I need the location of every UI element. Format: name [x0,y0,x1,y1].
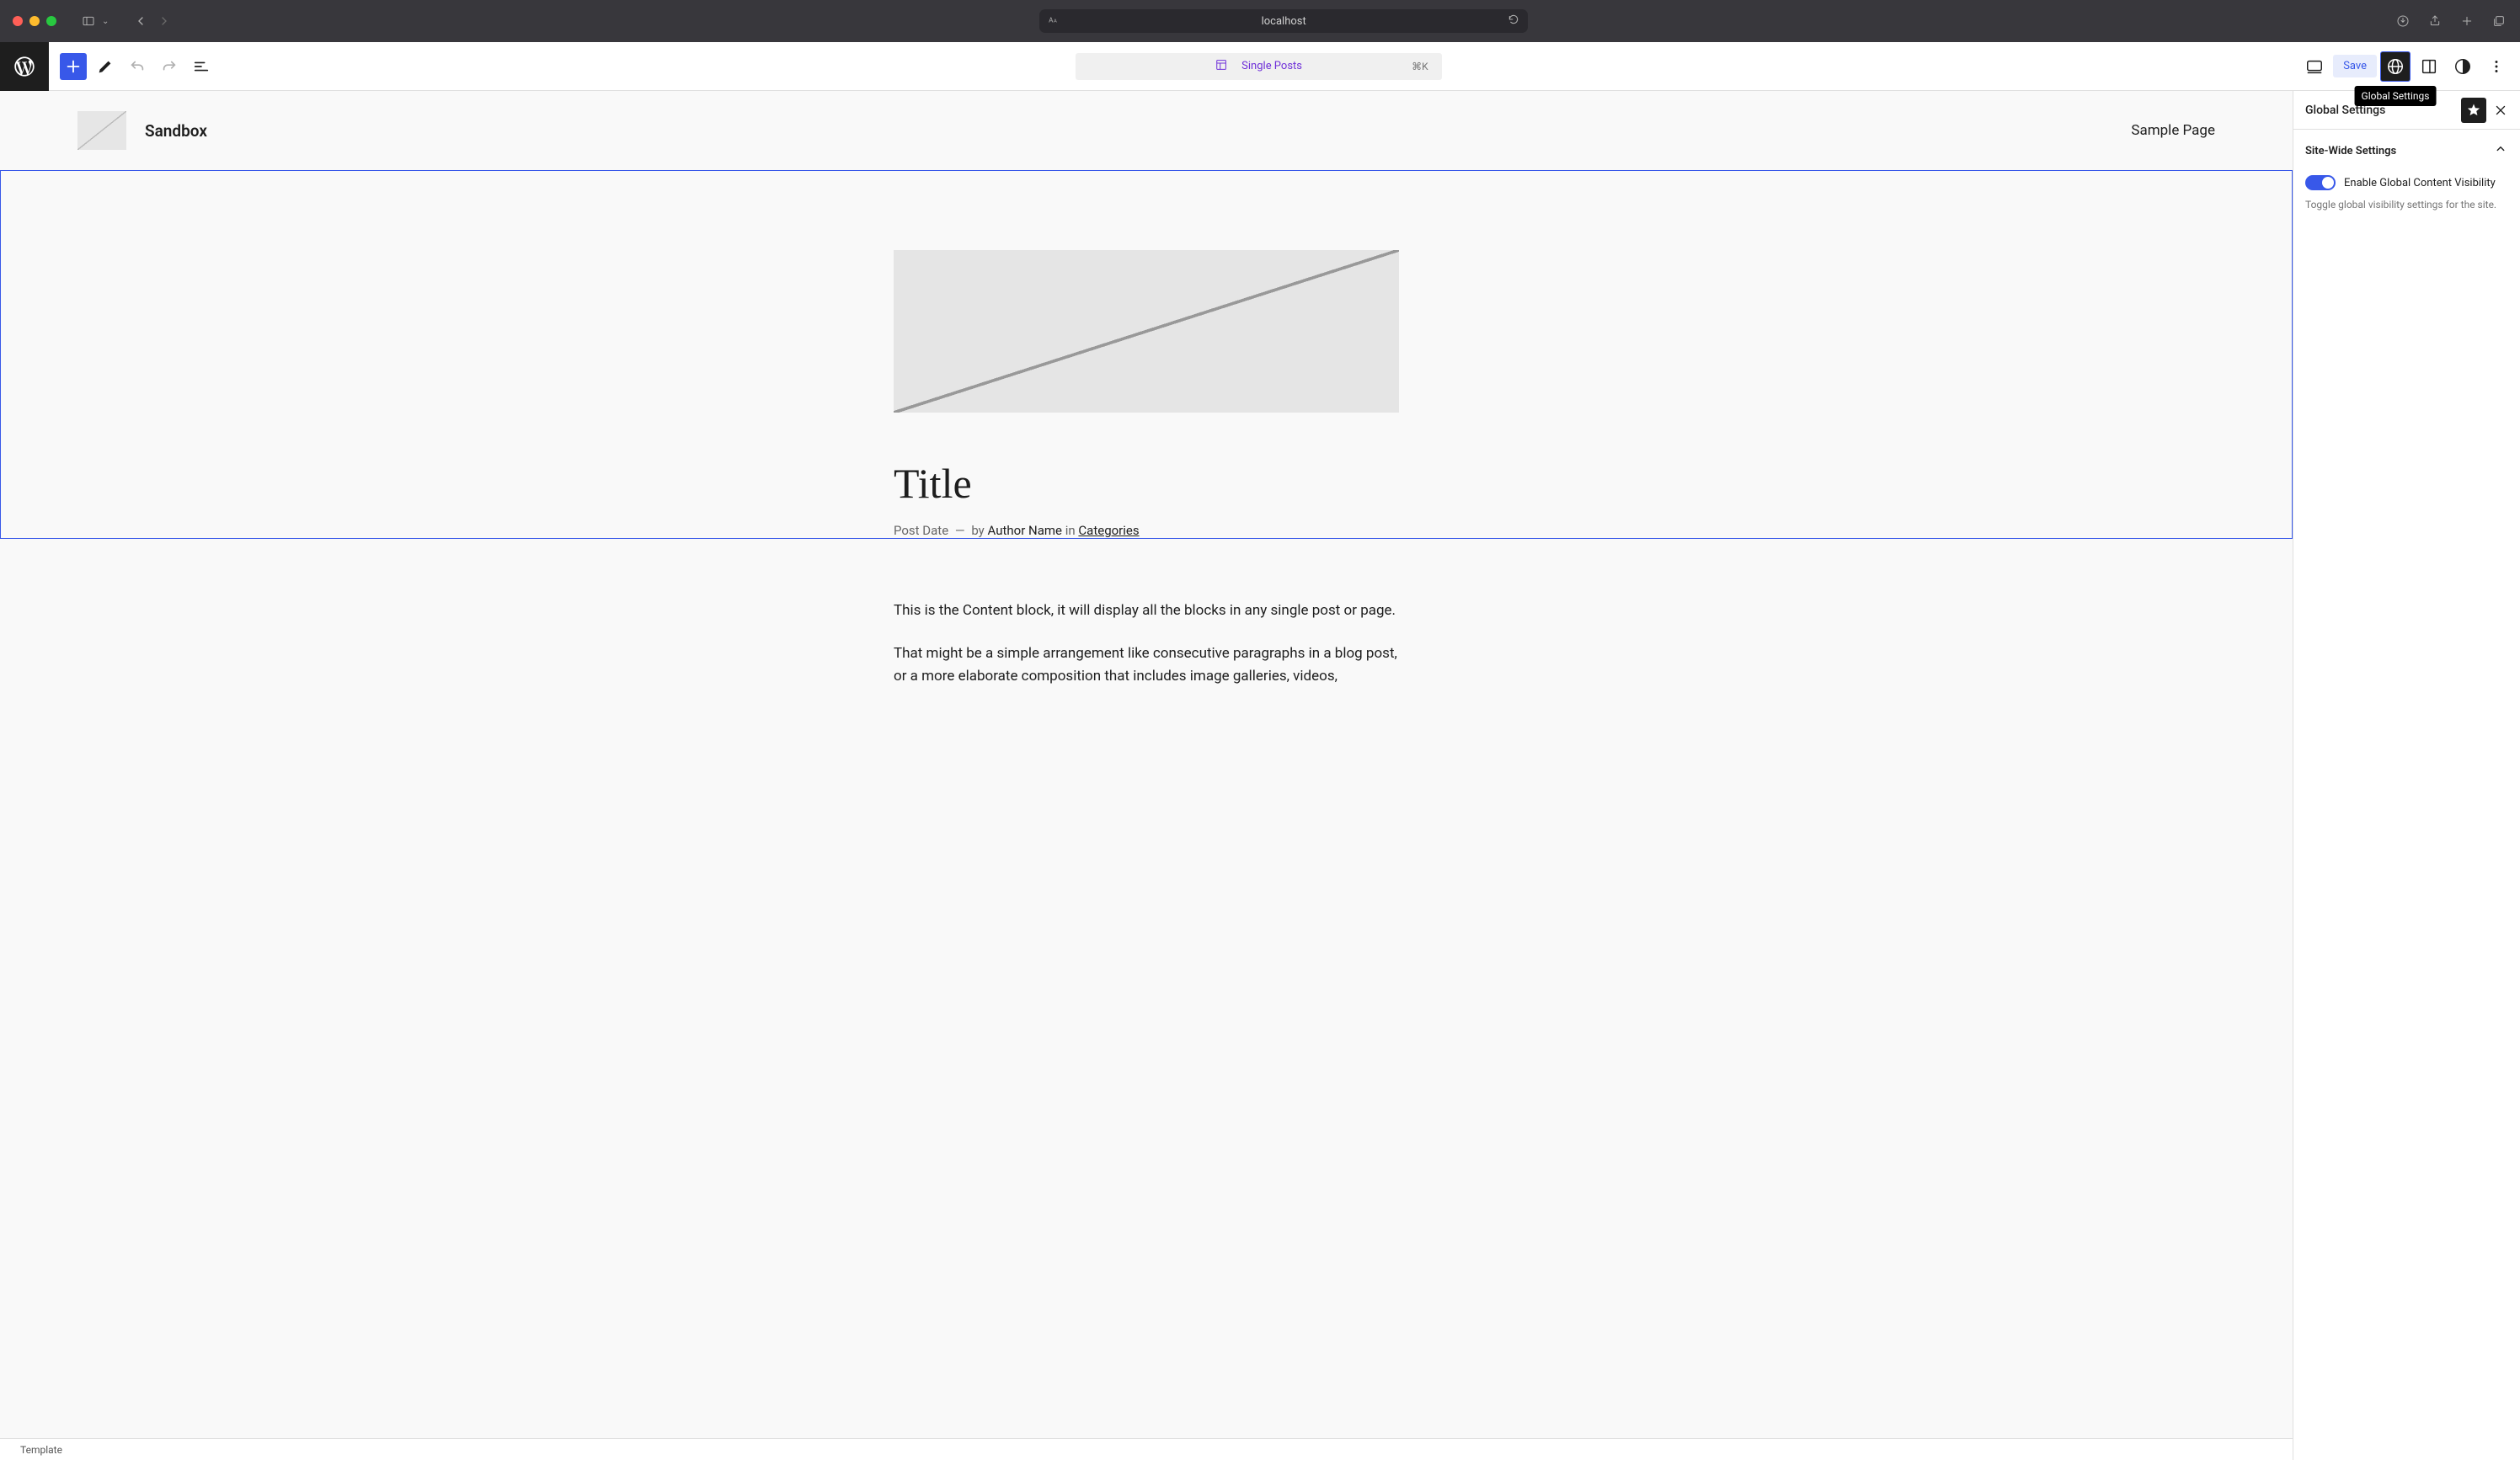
meta-separator: — [955,523,965,538]
section-title: Site-Wide Settings [2305,145,2396,157]
template-selector[interactable]: Single Posts ⌘K [1076,53,1442,80]
global-settings-button[interactable]: Global Settings [2380,51,2411,82]
text-size-icon[interactable]: AA [1048,13,1060,29]
tooltip: Global Settings [2355,86,2437,106]
chevron-down-icon[interactable]: ⌄ [102,17,109,26]
content-paragraph[interactable]: That might be a simple arrangement like … [894,642,1399,688]
window-controls [13,16,56,26]
more-options-button[interactable] [2481,51,2512,82]
url-text: localhost [1262,15,1306,28]
selected-block-group[interactable]: Title Post Date — by Author Name in Cate… [0,170,2293,539]
sidebar-toggle-icon[interactable] [80,13,97,29]
meta-by: by [971,523,984,538]
editor-canvas[interactable]: Sandbox Sample Page Title Post Date — by… [0,91,2293,1460]
breadcrumb[interactable]: Template [20,1444,62,1456]
visibility-toggle[interactable] [2305,175,2336,190]
site-header: Sandbox Sample Page [0,91,2293,170]
redo-button [156,53,183,80]
settings-panel-button[interactable] [2414,51,2444,82]
categories-link[interactable]: Categories [1078,523,1139,538]
author-name[interactable]: Author Name [988,523,1062,538]
svg-text:A: A [1054,19,1057,24]
keyboard-shortcut: ⌘K [1412,61,1428,72]
sidebar-section: Site-Wide Settings Enable Global Content… [2293,130,2520,222]
share-icon[interactable] [2427,13,2443,29]
back-button[interactable] [132,13,149,29]
new-tab-icon[interactable] [2459,13,2475,29]
post-content[interactable]: This is the Content block, it will displ… [894,539,1399,689]
list-view-button[interactable] [188,53,215,80]
featured-image-placeholder[interactable] [894,250,1399,413]
star-button[interactable] [2461,98,2486,123]
styles-button[interactable] [2448,51,2478,82]
undo-button [124,53,151,80]
post-meta: Post Date — by Author Name in Categories [894,523,1399,538]
close-sidebar-button[interactable] [2493,103,2508,118]
settings-sidebar: Global Settings Site-Wide Settings [2293,91,2520,1460]
forward-button [156,13,173,29]
editor-topbar: Single Posts ⌘K Save Global Settings [0,42,2520,91]
save-button[interactable]: Save [2333,55,2377,77]
meta-in: in [1065,523,1076,538]
close-window-button[interactable] [13,16,23,26]
content-paragraph[interactable]: This is the Content block, it will displ… [894,599,1399,622]
browser-chrome: ⌄ AA localhost [0,0,2520,42]
post-title[interactable]: Title [894,459,1399,508]
nav-link[interactable]: Sample Page [2131,122,2215,139]
breadcrumb-bar: Template [0,1438,2293,1460]
view-button[interactable] [2299,51,2330,82]
template-icon [1215,58,1228,75]
edit-tool-button[interactable] [92,53,119,80]
tabs-icon[interactable] [2491,13,2507,29]
toggle-label: Enable Global Content Visibility [2344,177,2496,189]
minimize-window-button[interactable] [29,16,40,26]
post-date[interactable]: Post Date [894,523,948,538]
download-icon[interactable] [2395,13,2411,29]
add-block-button[interactable] [60,53,87,80]
section-header[interactable]: Site-Wide Settings [2305,141,2508,160]
chevron-up-icon [2493,141,2508,160]
url-bar[interactable]: AA localhost [179,9,2388,33]
wordpress-logo[interactable] [0,42,49,91]
reload-icon[interactable] [1508,13,1519,29]
site-title[interactable]: Sandbox [145,121,207,141]
template-label: Single Posts [1241,60,1302,72]
svg-text:A: A [1049,16,1054,24]
site-logo-placeholder[interactable] [77,111,126,150]
section-description: Toggle global visibility settings for th… [2305,199,2508,210]
maximize-window-button[interactable] [46,16,56,26]
